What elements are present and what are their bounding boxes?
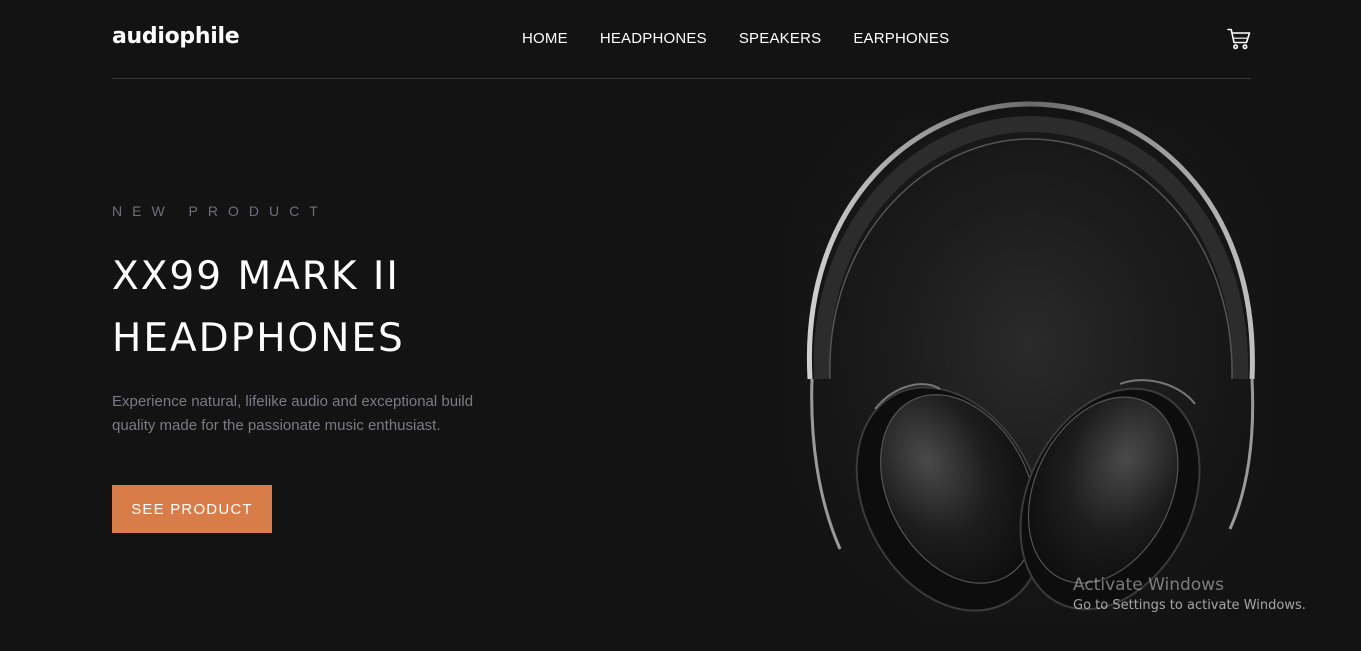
hero-headphones-image xyxy=(700,79,1361,651)
hero-overline: NEW PRODUCT xyxy=(112,203,328,219)
nav-earphones[interactable]: EARPHONES xyxy=(853,30,949,47)
nav-headphones[interactable]: HEADPHONES xyxy=(600,30,707,47)
nav-home[interactable]: HOME xyxy=(522,30,568,47)
windows-activation-watermark: Activate Windows Go to Settings to activ… xyxy=(1073,574,1306,616)
main-nav: HOME HEADPHONES SPEAKERS EARPHONES xyxy=(522,30,949,47)
hero-title-line1: XX99 MARK II xyxy=(112,254,400,299)
hero-title-line2: HEADPHONES xyxy=(112,316,405,361)
see-product-button[interactable]: SEE PRODUCT xyxy=(112,485,272,533)
cart-icon[interactable] xyxy=(1227,28,1251,50)
watermark-subtitle: Go to Settings to activate Windows. xyxy=(1073,598,1306,613)
logo[interactable]: audiophile xyxy=(112,24,240,49)
watermark-title: Activate Windows xyxy=(1073,575,1224,595)
site-header: audiophile HOME HEADPHONES SPEAKERS EARP… xyxy=(112,0,1251,79)
hero-title: XX99 MARK II HEADPHONES xyxy=(112,246,532,370)
hero-description: Experience natural, lifelike audio and e… xyxy=(112,393,474,434)
nav-speakers[interactable]: SPEAKERS xyxy=(739,30,821,47)
page: audiophile HOME HEADPHONES SPEAKERS EARP… xyxy=(0,0,1361,651)
